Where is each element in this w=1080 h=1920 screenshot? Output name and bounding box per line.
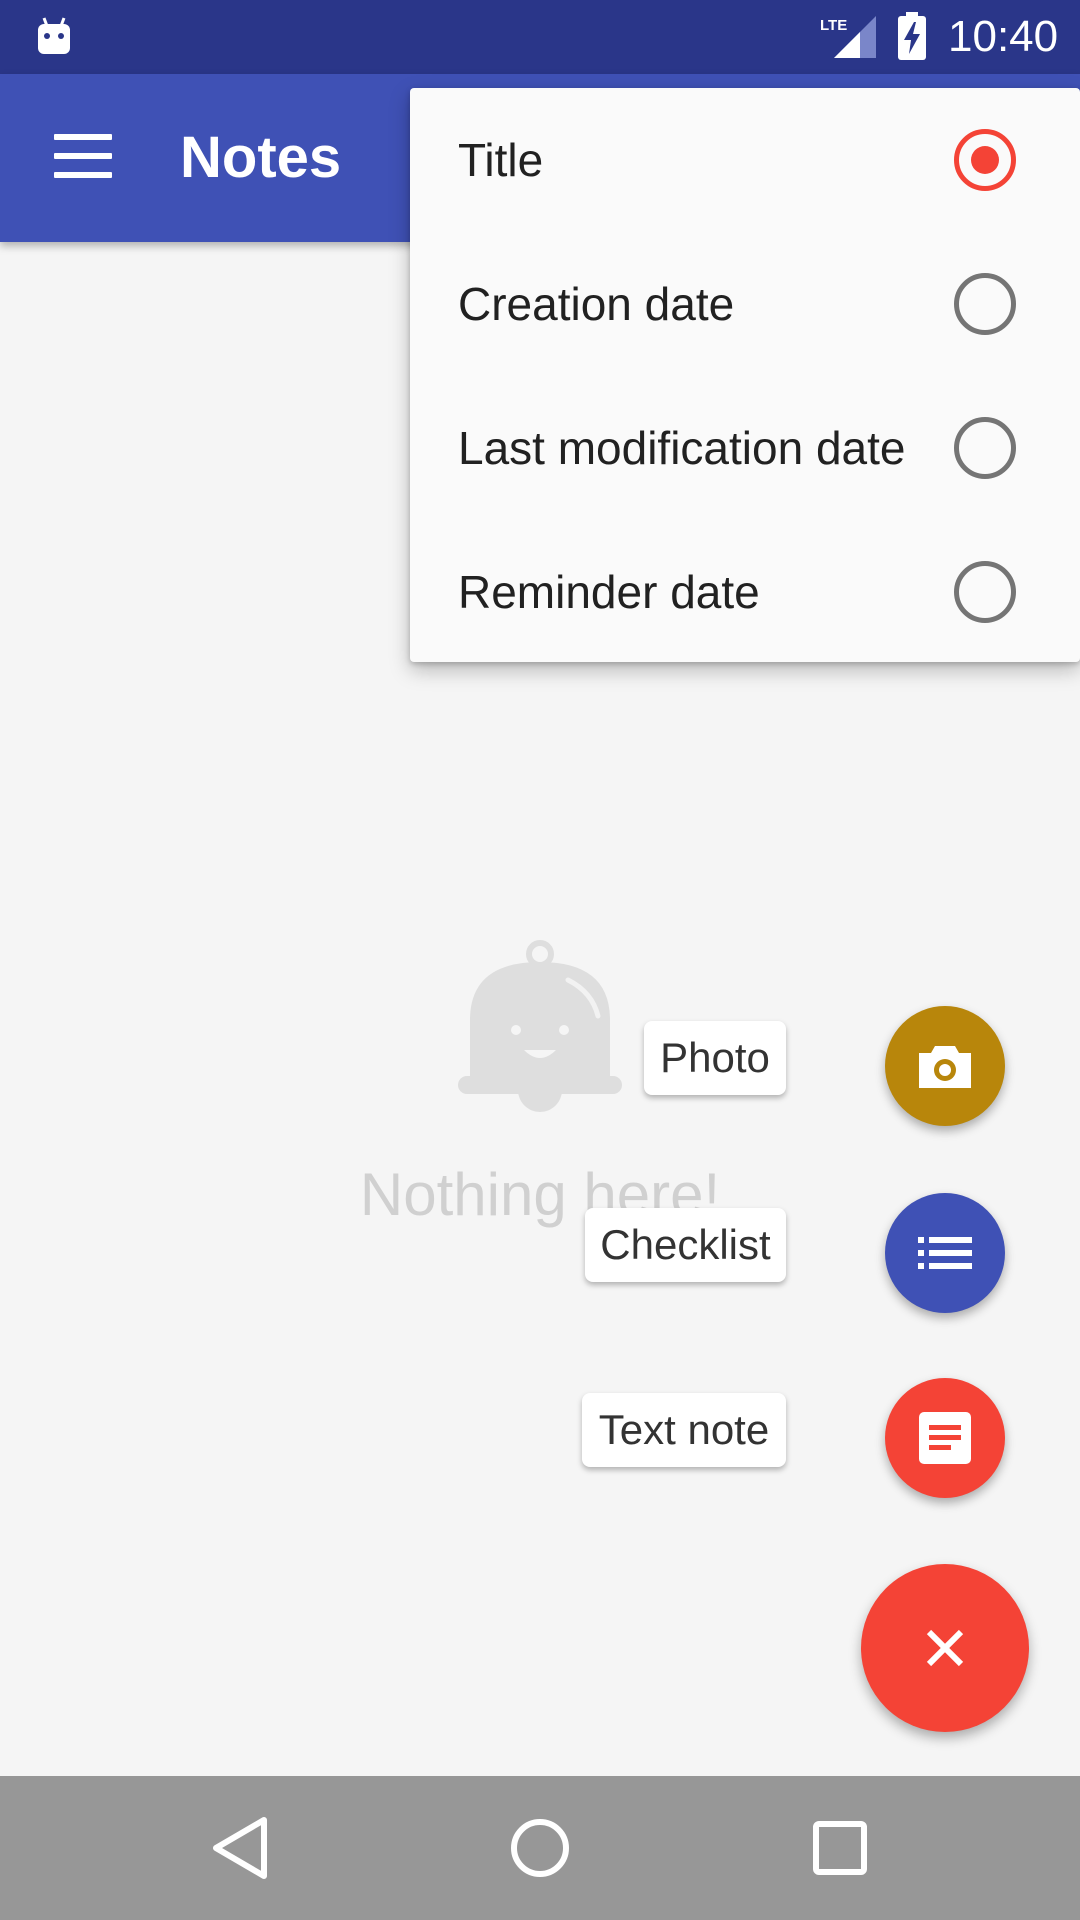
status-bar: LTE 10:40: [0, 0, 1080, 74]
battery-charging-icon: [898, 12, 926, 60]
radio-unchecked-icon[interactable]: [954, 273, 1016, 335]
sort-option-label: Title: [458, 134, 544, 186]
sort-option-label: Creation date: [458, 278, 735, 330]
close-fab-button[interactable]: [861, 1564, 1029, 1732]
hamburger-menu-icon[interactable]: [54, 134, 112, 178]
checklist-fab-button[interactable]: [885, 1193, 1005, 1313]
fab-label-checklist[interactable]: Checklist: [585, 1208, 786, 1282]
close-icon: [926, 1629, 964, 1667]
radio-unchecked-icon[interactable]: [954, 561, 1016, 623]
fab-label-photo[interactable]: Photo: [644, 1021, 786, 1095]
radio-unchecked-icon[interactable]: [954, 417, 1016, 479]
sort-option-label: Reminder date: [458, 566, 760, 618]
sort-option-last-modification-date[interactable]: Last modification date: [410, 376, 1080, 520]
sort-option-title[interactable]: Title: [410, 88, 1080, 232]
lte-signal-icon: LTE: [820, 16, 876, 58]
radio-checked-icon[interactable]: [954, 129, 1016, 191]
fab-label-text-note[interactable]: Text note: [582, 1393, 786, 1467]
checklist-icon: [918, 1237, 972, 1269]
back-icon[interactable]: [200, 1808, 280, 1888]
status-clock: 10:40: [948, 12, 1059, 61]
sort-option-label: Last modification date: [458, 422, 906, 474]
sort-option-reminder-date[interactable]: Reminder date: [410, 520, 1080, 664]
page-title: Notes: [180, 125, 342, 190]
sort-menu-popup: Title Creation date Last modification da…: [410, 88, 1080, 662]
recents-icon[interactable]: [800, 1808, 880, 1888]
text-note-icon: [919, 1412, 971, 1464]
photo-fab-button[interactable]: [885, 1006, 1005, 1126]
home-icon[interactable]: [500, 1808, 580, 1888]
sort-option-creation-date[interactable]: Creation date: [410, 232, 1080, 376]
svg-text:LTE: LTE: [820, 17, 847, 34]
camera-icon: [919, 1046, 971, 1088]
bell-smiley-icon: [458, 940, 622, 1112]
android-notification-icon: [38, 17, 70, 54]
navigation-bar: [0, 1776, 1080, 1920]
text-note-fab-button[interactable]: [885, 1378, 1005, 1498]
